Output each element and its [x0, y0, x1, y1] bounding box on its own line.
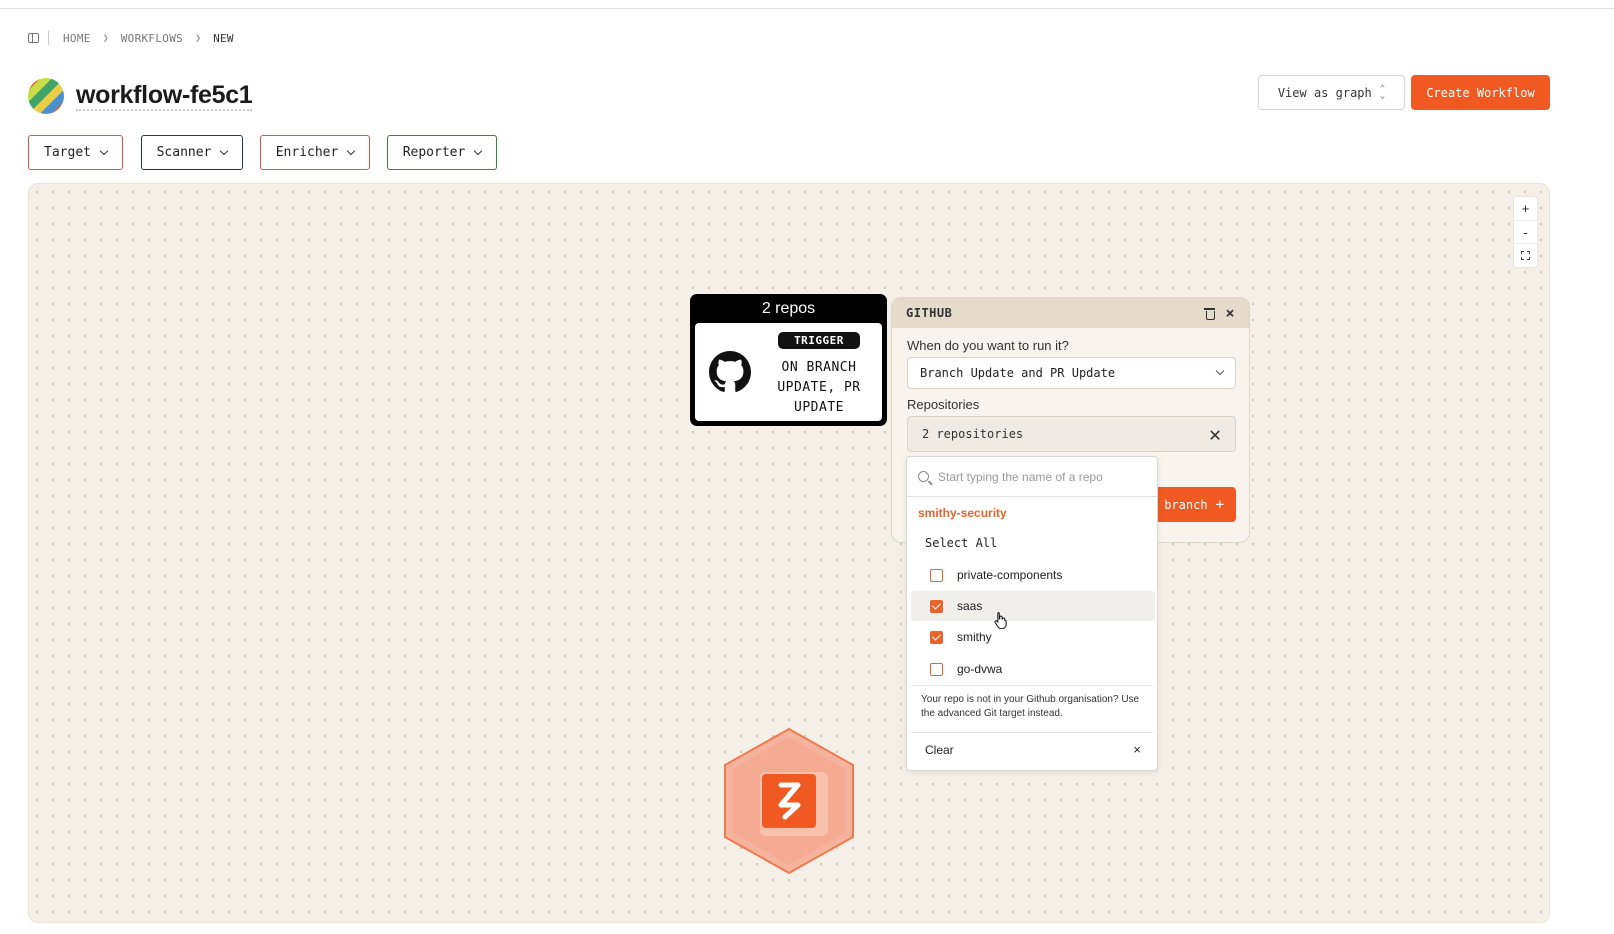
page-header: workflow-fe5c1	[28, 78, 253, 114]
clear-selection-button[interactable]: Clear	[925, 743, 954, 757]
panel-title: GITHUB	[906, 306, 953, 320]
scanner-dropdown-button[interactable]: Scanner	[141, 135, 243, 170]
chevron-down-icon	[99, 146, 109, 155]
repo-dropdown: smithy-security Select All private-compo…	[906, 456, 1158, 771]
chevron-right-icon: ❯	[195, 32, 202, 44]
close-panel-button[interactable]: ×	[1225, 305, 1235, 321]
add-branch-button[interactable]: branch +	[1152, 487, 1236, 522]
repo-option-label: smithy	[957, 630, 992, 644]
plus-icon: +	[1215, 496, 1224, 513]
trigger-select-value: Branch Update and PR Update	[920, 366, 1116, 380]
panel-header: GITHUB ×	[892, 298, 1249, 328]
select-all-option[interactable]: Select All	[925, 536, 997, 550]
chevron-down-icon	[347, 146, 356, 155]
checkbox[interactable]	[930, 630, 943, 644]
workflow-avatar	[28, 78, 64, 114]
checkbox[interactable]	[930, 662, 943, 676]
repo-option-private-components[interactable]: private-components	[911, 560, 1155, 590]
trigger-badge: TRIGGER	[778, 332, 860, 349]
target-label: Target	[44, 145, 91, 160]
close-icon[interactable]: ×	[1133, 742, 1141, 757]
github-trigger-node[interactable]: 2 repos TRIGGER ON BRANCH UPDATE, PR UPD…	[690, 294, 887, 426]
trigger-select[interactable]: Branch Update and PR Update	[907, 357, 1236, 389]
create-workflow-button[interactable]: Create Workflow	[1411, 75, 1550, 110]
node-header: 2 repos	[761, 300, 816, 317]
repo-search-input[interactable]	[938, 469, 1138, 484]
sidebar-toggle-icon[interactable]	[28, 33, 39, 43]
repo-option-smithy[interactable]: smithy	[911, 622, 1155, 652]
dropdown-divider	[911, 685, 1153, 686]
breadcrumb: HOME ❯ WORKFLOWS ❯ NEW	[28, 30, 234, 46]
repo-help-note: Your repo is not in your Github organisa…	[921, 694, 1140, 719]
trigger-description: ON BRANCH UPDATE, PR UPDATE	[777, 360, 861, 415]
page-title[interactable]: workflow-fe5c1	[76, 81, 253, 111]
chevron-down-icon	[220, 146, 229, 155]
breadcrumb-home[interactable]: HOME	[63, 32, 91, 45]
zoom-out-button[interactable]: -	[1514, 221, 1537, 245]
breadcrumb-workflows[interactable]: WORKFLOWS	[121, 32, 183, 45]
top-divider	[0, 8, 1614, 9]
repo-option-label: private-components	[957, 568, 1063, 582]
fit-view-button[interactable]	[1514, 244, 1537, 267]
chevron-up-down-icon: ⌃ ⌄	[1379, 83, 1386, 101]
repo-search	[907, 457, 1157, 497]
checkbox[interactable]	[930, 599, 943, 613]
enricher-dropdown-button[interactable]: Enricher	[260, 135, 370, 170]
reporter-dropdown-button[interactable]: Reporter	[387, 135, 497, 170]
chevron-down-icon	[474, 146, 483, 155]
repositories-value: 2 repositories	[922, 427, 1024, 441]
zoom-in-button[interactable]: +	[1514, 197, 1537, 221]
enricher-label: Enricher	[275, 145, 339, 160]
when-label: When do you want to run it?	[907, 338, 1069, 353]
breadcrumb-divider	[48, 31, 49, 45]
add-branch-label: branch	[1164, 497, 1208, 512]
org-group-label: smithy-security	[918, 506, 1007, 520]
breadcrumb-current: NEW	[213, 31, 234, 45]
repositories-label: Repositories	[907, 397, 980, 412]
search-icon	[918, 471, 929, 482]
repositories-select[interactable]: 2 repositories ✕	[907, 416, 1236, 452]
dropdown-divider	[911, 732, 1153, 733]
github-icon	[709, 351, 751, 392]
fit-view-icon	[1521, 251, 1530, 261]
trash-icon[interactable]	[1204, 307, 1216, 320]
repo-option-go-dvwa[interactable]: go-dvwa	[911, 654, 1155, 684]
repo-option-saas[interactable]: saas	[911, 591, 1155, 621]
scanner-label: Scanner	[156, 145, 212, 160]
view-as-graph-label: View as graph	[1277, 85, 1372, 100]
zoom-controls: + -	[1513, 196, 1538, 268]
smithy-node-icon[interactable]	[723, 727, 855, 875]
chevron-down-icon	[1215, 366, 1225, 376]
reporter-label: Reporter	[402, 145, 466, 160]
view-as-graph-button[interactable]: View as graph ⌃ ⌄	[1258, 75, 1405, 110]
target-dropdown-button[interactable]: Target	[28, 135, 123, 170]
checkbox[interactable]	[930, 568, 943, 582]
clear-repositories-icon[interactable]: ✕	[1209, 424, 1221, 444]
hand-cursor-icon	[994, 612, 1007, 629]
chevron-right-icon: ❯	[102, 32, 109, 44]
repo-option-label: go-dvwa	[957, 662, 1003, 676]
repo-option-label: saas	[957, 599, 983, 613]
node-body: TRIGGER ON BRANCH UPDATE, PR UPDATE	[695, 323, 882, 421]
